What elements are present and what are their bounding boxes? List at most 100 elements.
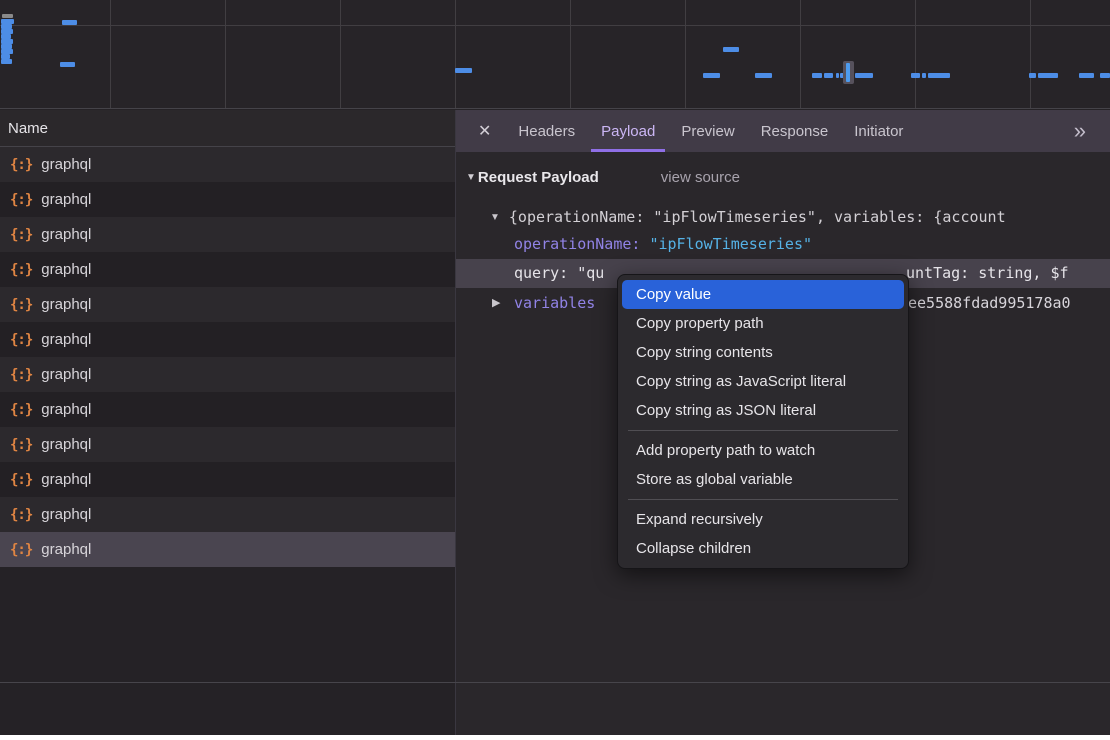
menu-item-copy-string-contents[interactable]: Copy string contents	[622, 338, 904, 367]
tab-initiator[interactable]: Initiator	[844, 110, 913, 152]
network-request-row[interactable]: {:} graphql	[0, 462, 455, 497]
menu-item-copy-string-as-json-literal[interactable]: Copy string as JSON literal	[622, 396, 904, 425]
overview-activity-bar	[723, 47, 739, 52]
expand-triangle-icon[interactable]: ▶	[492, 288, 500, 318]
variables-text-right: ee5588fdad995178a0	[908, 288, 1071, 318]
menu-item-expand-recursively[interactable]: Expand recursively	[622, 505, 904, 534]
overview-activity-bar	[836, 73, 839, 78]
more-tabs-icon[interactable]: »	[1074, 120, 1086, 142]
overview-activity-bar	[1029, 73, 1036, 78]
json-request-icon: {:}	[10, 542, 32, 558]
overview-activity-bar	[855, 73, 873, 78]
menu-item-add-property-path-to-watch[interactable]: Add property path to watch	[622, 436, 904, 465]
query-text-left: query: "qu	[514, 264, 604, 282]
name-column-header[interactable]: Name	[0, 110, 455, 147]
request-name-label: graphql	[41, 471, 91, 488]
network-request-row[interactable]: {:} graphql	[0, 357, 455, 392]
view-source-link[interactable]: view source	[661, 169, 740, 186]
menu-item-copy-string-as-javascript-literal[interactable]: Copy string as JavaScript literal	[622, 367, 904, 396]
overview-activity-bar	[1079, 73, 1094, 78]
json-request-icon: {:}	[10, 472, 32, 488]
overview-activity-bar	[911, 73, 920, 78]
detail-tab-bar: ✕ HeadersPayloadPreviewResponseInitiator…	[456, 110, 1110, 152]
request-name-label: graphql	[41, 296, 91, 313]
network-request-row[interactable]: {:} graphql	[0, 287, 455, 322]
payload-summary-text: {operationName: "ipFlowTimeseries", vari…	[509, 208, 1006, 226]
request-name-label: graphql	[41, 261, 91, 278]
overview-activity-bar	[2, 14, 13, 18]
request-name-label: graphql	[41, 191, 91, 208]
json-request-icon: {:}	[10, 367, 32, 383]
json-request-icon: {:}	[10, 262, 32, 278]
request-name-label: graphql	[41, 366, 91, 383]
property-key: variables	[456, 294, 595, 312]
overview-gridline	[915, 0, 916, 109]
panel-divider[interactable]	[455, 110, 456, 735]
json-request-icon: {:}	[10, 507, 32, 523]
request-list: {:} graphql {:} graphql {:} graphql {:} graphql…	[0, 147, 455, 567]
devtools-screenshot: Name {:}graphql{:}graphql{:}graphql{:}gr…	[0, 0, 1110, 740]
menu-item-collapse-children[interactable]: Collapse children	[622, 534, 904, 563]
menu-item-copy-value[interactable]: Copy value	[622, 280, 904, 309]
network-request-row[interactable]: {:}graphql	[0, 217, 455, 252]
overview-gridline-horizontal	[0, 25, 1110, 26]
network-request-row[interactable]: {:} graphql	[0, 532, 455, 567]
section-title: Request Payload	[478, 169, 599, 186]
network-overview-timeline[interactable]	[0, 0, 1110, 109]
request-name-label: graphql	[41, 506, 91, 523]
tab-preview[interactable]: Preview	[671, 110, 744, 152]
menu-item-copy-property-path[interactable]: Copy property path	[622, 309, 904, 338]
network-request-row[interactable]: {:}graphql	[0, 427, 455, 462]
network-request-row[interactable]: {:} graphql	[0, 147, 455, 182]
query-text-right: untTag: string, $f	[906, 259, 1069, 288]
overview-gridline	[1030, 0, 1031, 109]
menu-item-store-as-global-variable[interactable]: Store as global variable	[622, 465, 904, 494]
overview-gridline	[110, 0, 111, 109]
overview-gridline	[800, 0, 801, 109]
overview-activity-bar	[922, 73, 926, 78]
operation-name-row[interactable]: operationName: "ipFlowTimeseries"	[456, 230, 1110, 259]
overview-activity-bar	[1038, 73, 1058, 78]
network-request-row[interactable]: {:} graphql	[0, 497, 455, 532]
overview-activity-bar	[928, 73, 950, 78]
menu-separator	[628, 499, 898, 500]
menu-separator	[628, 430, 898, 431]
request-name-label: graphql	[41, 156, 91, 173]
json-request-icon: {:}	[10, 332, 32, 348]
collapse-triangle-icon[interactable]: ▼	[490, 212, 500, 223]
overview-gridline	[455, 0, 456, 109]
overview-activity-bar	[755, 73, 772, 78]
json-request-icon: {:}	[10, 227, 32, 243]
overview-gridline	[570, 0, 571, 109]
status-bar-divider	[0, 682, 1110, 683]
overview-gridline	[340, 0, 341, 109]
devtools-network-panel: Name {:}graphql{:}graphql{:}graphql{:}gr…	[0, 0, 1110, 735]
tab-payload[interactable]: Payload	[591, 110, 665, 152]
overview-gridline	[225, 0, 226, 109]
request-name-label: graphql	[41, 401, 91, 418]
json-request-icon: {:}	[10, 192, 32, 208]
overview-activity-bar	[60, 62, 75, 67]
network-request-row[interactable]: {:} graphql	[0, 182, 455, 217]
close-icon[interactable]: ✕	[478, 121, 491, 141]
request-name-label: graphql	[41, 541, 91, 558]
property-key: operationName:	[514, 235, 640, 253]
payload-root-row[interactable]: ▼ {operationName: "ipFlowTimeseries", var…	[456, 204, 1110, 230]
overview-activity-bar	[455, 68, 472, 73]
request-list-panel: Name {:}graphql{:}graphql{:}graphql{:}gr…	[0, 110, 455, 735]
tab-response[interactable]: Response	[751, 110, 839, 152]
overview-gridline	[685, 0, 686, 109]
overview-hover-marker	[843, 61, 854, 84]
overview-hover-marker-bar	[846, 63, 850, 82]
tab-headers[interactable]: Headers	[508, 110, 585, 152]
context-menu: Copy valueCopy property pathCopy string …	[617, 274, 909, 569]
network-request-row[interactable]: {:} graphql	[0, 252, 455, 287]
request-name-label: graphql	[41, 331, 91, 348]
collapse-triangle-icon[interactable]: ▼	[466, 172, 476, 183]
network-request-row[interactable]: {:}graphql	[0, 392, 455, 427]
request-payload-section: ▼Request Payload view source	[466, 166, 1110, 190]
json-request-icon: {:}	[10, 157, 32, 173]
json-request-icon: {:}	[10, 297, 32, 313]
overview-activity-bar	[824, 73, 833, 78]
network-request-row[interactable]: {:} graphql	[0, 322, 455, 357]
